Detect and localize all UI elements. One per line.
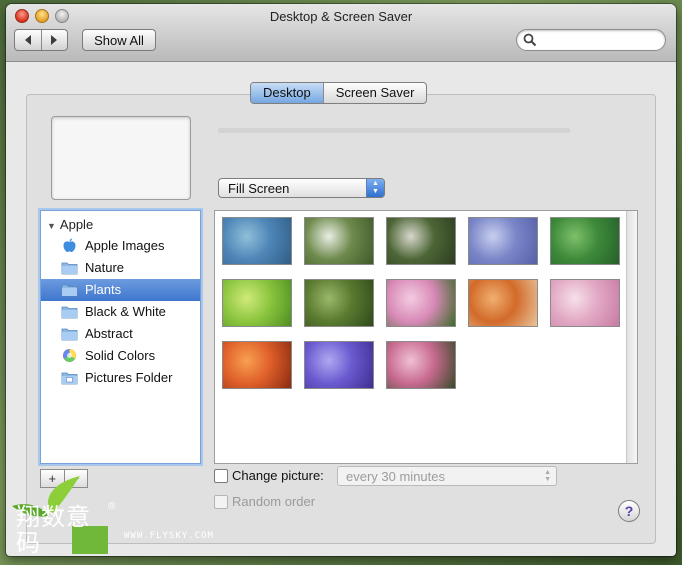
chevron-right-icon [51, 35, 58, 45]
change-picture-checkbox[interactable] [214, 469, 228, 483]
wallpaper-thumbnail[interactable] [550, 279, 620, 327]
wallpaper-thumbnail[interactable] [304, 341, 374, 389]
source-item-label: Solid Colors [85, 348, 156, 363]
wallpaper-thumbnail[interactable] [386, 217, 456, 265]
thumbnail-scrollbar[interactable] [626, 211, 637, 463]
random-order-checkbox[interactable] [214, 495, 228, 509]
random-order-label: Random order [232, 494, 316, 509]
help-button[interactable]: ? [618, 500, 640, 522]
source-item-abstract[interactable]: Abstract [41, 323, 200, 345]
folder-icon [61, 328, 78, 341]
tab-screen-saver[interactable]: Screen Saver [322, 83, 427, 103]
folder-icon [61, 262, 78, 275]
show-all-button[interactable]: Show All [82, 29, 156, 51]
source-item-apple-images[interactable]: Apple Images [41, 235, 200, 257]
picture-name-bar [218, 128, 570, 133]
source-item-label: Abstract [85, 326, 133, 341]
wallpaper-thumbnail[interactable] [222, 341, 292, 389]
search-icon [523, 33, 537, 47]
picture-thumbnail-grid [214, 210, 638, 464]
window-title: Desktop & Screen Saver [269, 9, 413, 24]
fill-mode-value: Fill Screen [228, 181, 290, 196]
source-item-label: Nature [85, 260, 125, 275]
source-item-label: Black & White [85, 304, 166, 319]
updown-arrows-icon: ▲ ▼ [544, 469, 551, 483]
wallpaper-thumbnail[interactable] [386, 279, 456, 327]
watermark-brand-text: 翔数意码 [16, 503, 91, 557]
source-item-solid-colors[interactable]: Solid Colors [41, 345, 200, 367]
wallpaper-thumbnail[interactable] [222, 279, 292, 327]
wallpaper-thumbnail[interactable] [222, 217, 292, 265]
source-item-label: Apple Images [85, 238, 165, 253]
change-picture-label: Change picture: [232, 468, 324, 483]
source-item-nature[interactable]: Nature [41, 257, 200, 279]
forward-button[interactable] [40, 30, 68, 50]
source-item-pictures-folder[interactable]: Pictures Folder [41, 367, 200, 389]
folder-icon [61, 284, 78, 297]
fill-mode-select[interactable]: Fill Screen ▲ ▼ [218, 178, 385, 198]
source-group-label: Apple [59, 217, 94, 232]
source-item-black-white[interactable]: Black & White [41, 301, 200, 323]
source-item-plants[interactable]: Plants [41, 279, 200, 301]
change-interval-select[interactable]: every 30 minutes ▲ ▼ [337, 466, 557, 486]
source-group-apple[interactable]: ▼ Apple [47, 217, 93, 232]
chevron-left-icon [24, 35, 31, 45]
pictures-folder-icon [61, 372, 78, 385]
search-input[interactable] [539, 32, 659, 48]
back-forward-group [14, 29, 68, 51]
watermark-url: WWW.FLYSKY.COM [124, 531, 214, 541]
updown-arrows-icon: ▲ ▼ [366, 179, 384, 197]
back-button[interactable] [15, 30, 41, 50]
tab-bar: Desktop Screen Saver [250, 82, 428, 104]
title-bar: Desktop & Screen Saver Show All [6, 4, 676, 62]
tab-desktop[interactable]: Desktop [251, 83, 323, 103]
watermark-registered-mark: ® [108, 501, 116, 512]
wallpaper-thumbnail[interactable] [468, 279, 538, 327]
wallpaper-thumbnail[interactable] [386, 341, 456, 389]
watermark-logo: 翔数意码 [12, 474, 122, 558]
desktop-preview [51, 116, 191, 200]
folder-icon [61, 306, 78, 319]
source-list: ▼ Apple Apple Images Nature Plants Black… [40, 210, 201, 464]
color-wheel-icon [63, 349, 76, 362]
wallpaper-thumbnail[interactable] [304, 279, 374, 327]
wallpaper-thumbnail[interactable] [550, 217, 620, 265]
disclosure-triangle-icon[interactable]: ▼ [47, 221, 56, 231]
wallpaper-thumbnail[interactable] [304, 217, 374, 265]
change-interval-value: every 30 minutes [346, 469, 445, 484]
apple-icon [63, 238, 76, 252]
wallpaper-thumbnail[interactable] [468, 217, 538, 265]
source-item-label: Plants [85, 282, 122, 297]
source-item-label: Pictures Folder [85, 370, 173, 385]
search-field[interactable] [516, 29, 666, 51]
